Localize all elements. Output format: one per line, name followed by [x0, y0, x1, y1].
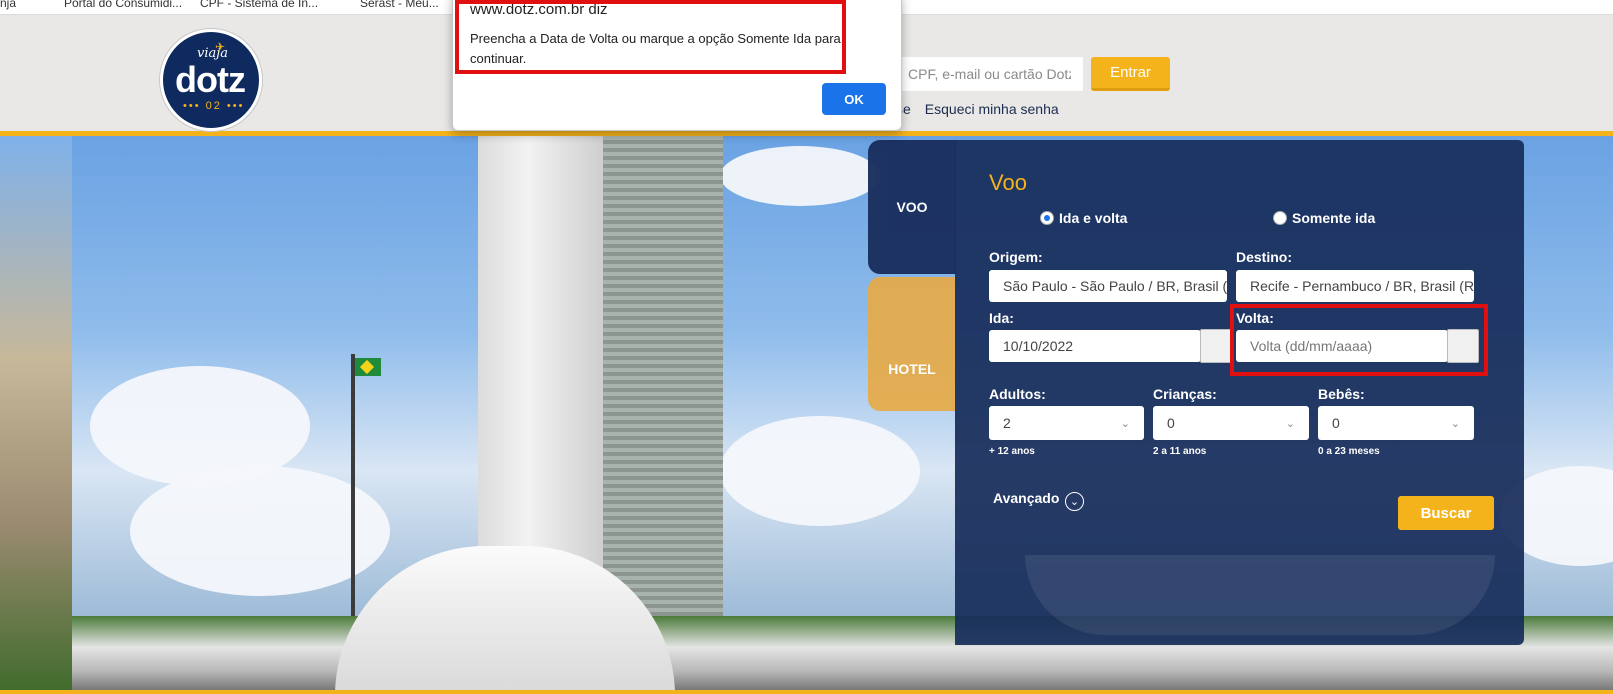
- brazil-flag-icon: [355, 358, 381, 376]
- forgot-password-link[interactable]: Esqueci minha senha: [925, 101, 1059, 117]
- search-button[interactable]: Buscar: [1398, 496, 1494, 530]
- message-highlight-box: [455, 0, 846, 74]
- footer-divider: [0, 690, 1613, 694]
- login-input[interactable]: [896, 57, 1083, 91]
- logo-dots: ••• 02 •••: [183, 100, 245, 112]
- cloud-shape: [720, 146, 880, 206]
- form-background-dome: [1025, 555, 1495, 635]
- depart-date-field[interactable]: 10/10/2022: [989, 330, 1201, 362]
- enter-button[interactable]: Entrar: [1091, 57, 1170, 91]
- babies-hint: 0 a 23 meses: [1318, 446, 1380, 457]
- adults-label: Adultos:: [989, 386, 1046, 402]
- logo-wordmark: dotz: [175, 59, 246, 100]
- bookmark-item[interactable]: Portal do Consumidi...: [64, 0, 182, 10]
- children-label: Crianças:: [1153, 386, 1217, 402]
- bookmark-item[interactable]: CPF - Sistema de In...: [200, 0, 318, 10]
- destination-field[interactable]: Recife - Pernambuco / BR, Brasil (RE: [1236, 270, 1474, 302]
- congress-tower-left: [478, 136, 603, 616]
- depart-label: Ida:: [989, 310, 1014, 326]
- origin-field[interactable]: São Paulo - São Paulo / BR, Brasil (S: [989, 270, 1227, 302]
- radio-unchecked-icon: [1273, 211, 1287, 225]
- children-value: 0: [1167, 415, 1175, 431]
- chevron-down-circle-icon[interactable]: ⌄: [1065, 492, 1084, 511]
- tab-hotel[interactable]: HOTEL: [868, 277, 956, 411]
- congress-tower-right: [603, 136, 723, 616]
- plane-icon: ✈: [215, 40, 226, 54]
- radio-checked-icon: [1040, 211, 1054, 225]
- flight-search-form: Voo Ida e volta Somente ida Origem: São …: [955, 140, 1524, 645]
- depart-calendar-button[interactable]: [1200, 329, 1232, 363]
- destination-label: Destino:: [1236, 249, 1292, 265]
- bookmark-item[interactable]: nja: [0, 0, 16, 10]
- adults-select[interactable]: 2 ⌄: [989, 406, 1144, 440]
- children-hint: 2 a 11 anos: [1153, 446, 1207, 457]
- chevron-down-icon: ⌄: [1120, 417, 1130, 430]
- children-select[interactable]: 0 ⌄: [1153, 406, 1309, 440]
- babies-value: 0: [1332, 415, 1340, 431]
- radio-round-trip[interactable]: Ida e volta: [1040, 210, 1127, 226]
- radio-round-trip-label: Ida e volta: [1059, 210, 1128, 226]
- origin-label: Origem:: [989, 249, 1043, 265]
- chevron-down-icon: ⌄: [1285, 417, 1295, 430]
- advanced-toggle-label[interactable]: Avançado: [993, 490, 1059, 506]
- tab-voo[interactable]: VOO: [868, 140, 956, 274]
- header-links: se Esqueci minha senha: [896, 101, 1073, 117]
- form-title: Voo: [989, 170, 1027, 195]
- radio-one-way[interactable]: Somente ida: [1273, 210, 1375, 226]
- flagpole: [351, 354, 355, 624]
- radio-one-way-label: Somente ida: [1292, 210, 1376, 226]
- bookmark-item[interactable]: Serast - Meu...: [360, 0, 439, 10]
- adults-hint: + 12 anos: [989, 446, 1035, 457]
- hero-left-buildings: [0, 136, 72, 694]
- return-highlight-box: [1230, 304, 1488, 376]
- chevron-down-icon: ⌄: [1450, 417, 1460, 430]
- babies-select[interactable]: 0 ⌄: [1318, 406, 1474, 440]
- search-panel: VOO HOTEL Voo Ida e volta Somente ida Or…: [868, 140, 1524, 645]
- adults-value: 2: [1003, 415, 1011, 431]
- dotz-logo[interactable]: viaja ✈ dotz ••• 02 •••: [160, 29, 262, 131]
- babies-label: Bebês:: [1318, 386, 1365, 402]
- ok-button[interactable]: OK: [822, 83, 886, 115]
